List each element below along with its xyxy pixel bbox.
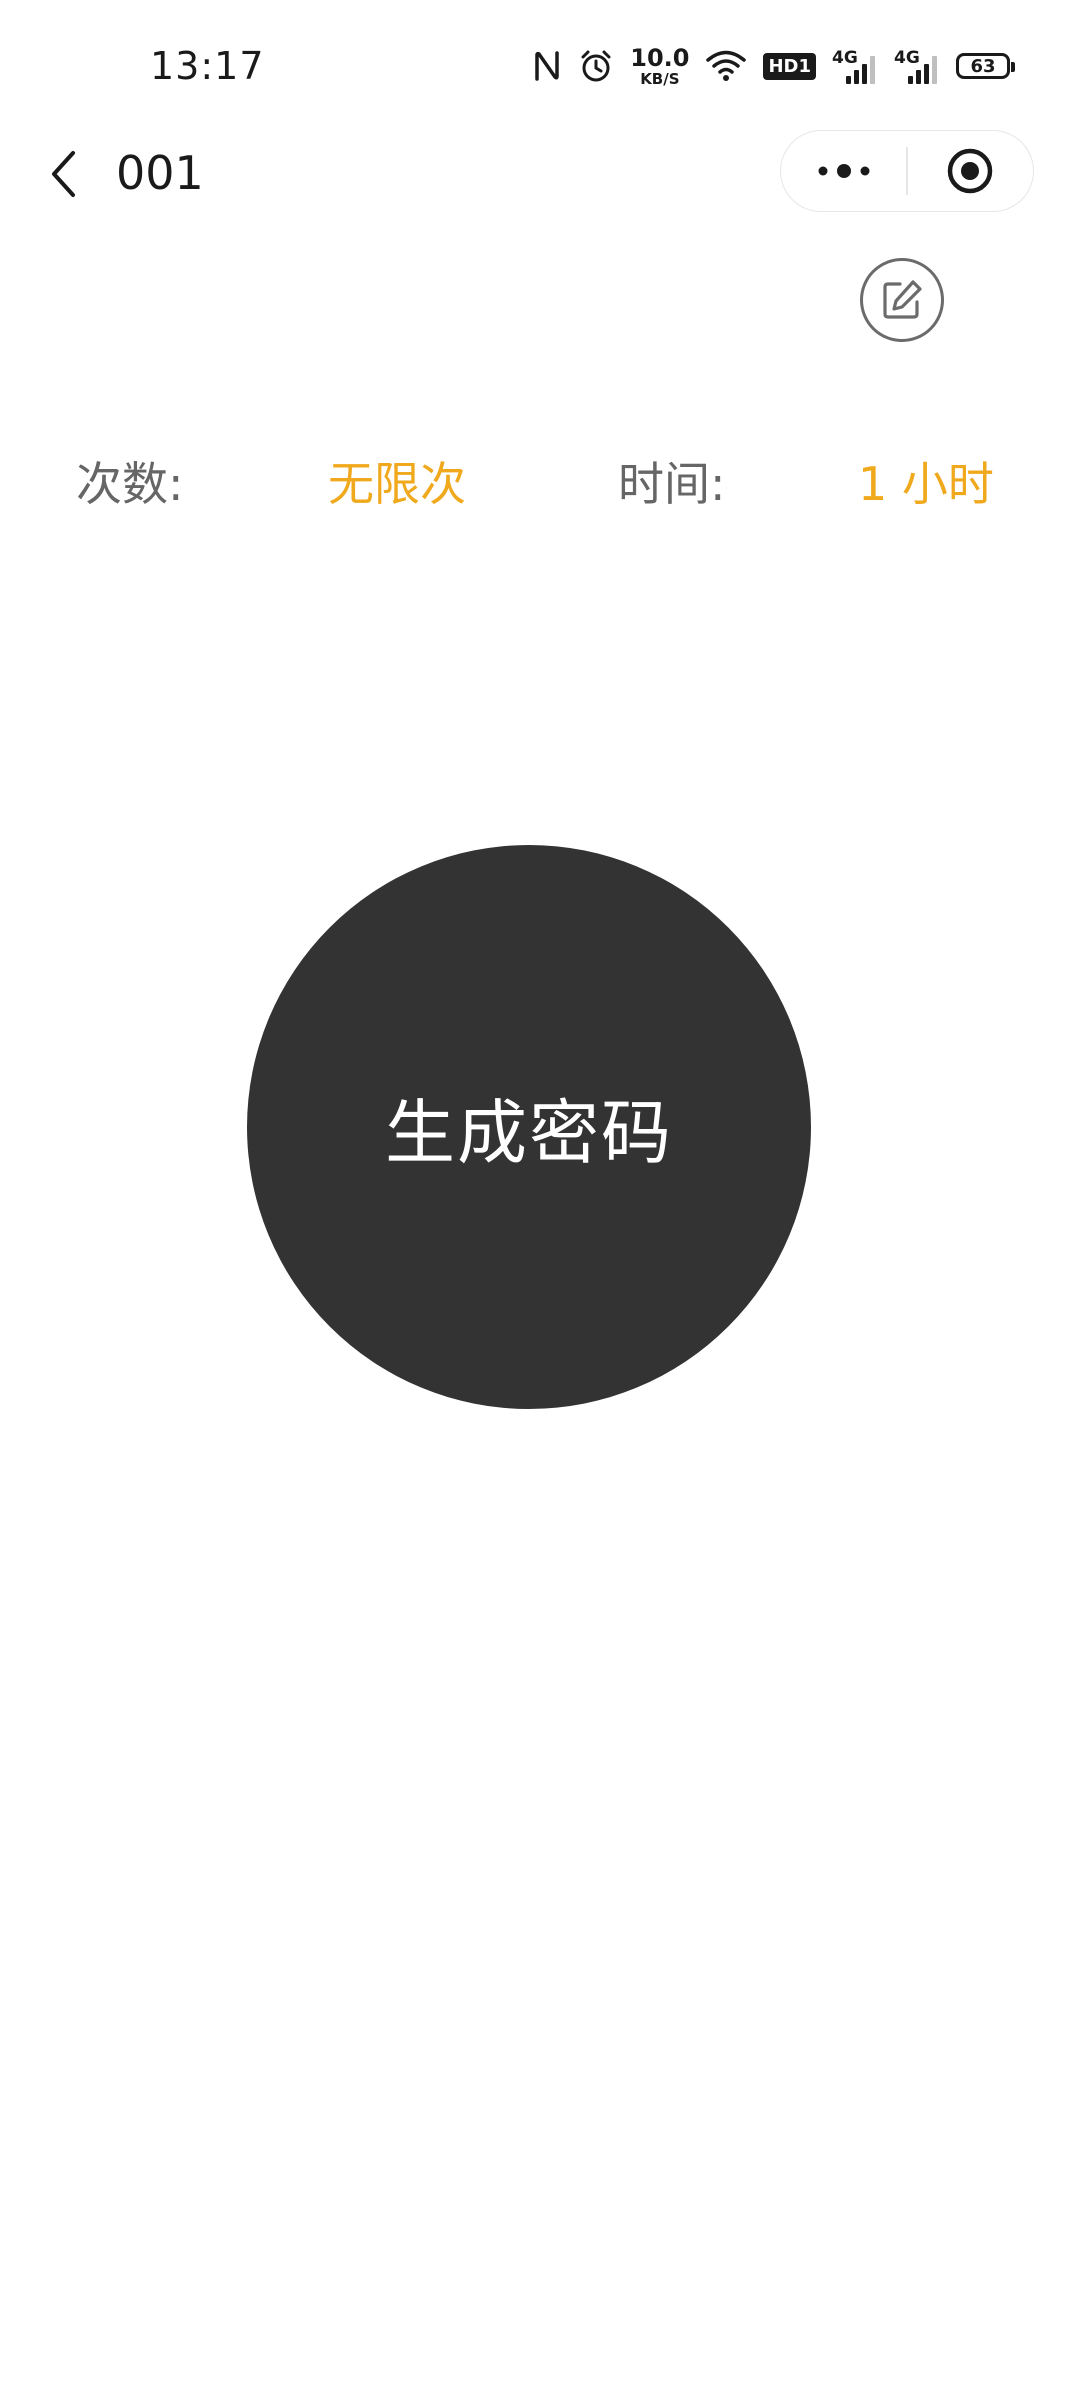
page-title: 001 [116, 146, 204, 200]
battery-icon: 63 [956, 53, 1015, 79]
close-button[interactable] [908, 130, 1033, 212]
count-value[interactable]: 无限次 [328, 448, 466, 514]
back-button[interactable] [38, 144, 88, 204]
hd-badge: HD1 [763, 52, 816, 80]
alarm-clock-icon [578, 48, 614, 84]
info-row: 次数: 无限次 时间: 1 小时 [0, 448, 1080, 511]
net-speed: 10.0 KB/S [630, 43, 690, 88]
edit-button[interactable] [860, 258, 944, 342]
more-dots-icon [818, 164, 870, 178]
time-value[interactable]: 1 小时 [858, 448, 994, 514]
nav-bar: 001 [0, 130, 1080, 218]
target-circle-icon [948, 148, 993, 194]
generate-password-button[interactable]: 生成密码 [247, 845, 811, 1409]
generate-password-label: 生成密码 [385, 1091, 673, 1174]
time-label: 时间: [618, 457, 726, 511]
status-bar: 13:17 10.0 KB/S HD1 4G 4G 63 [0, 0, 1080, 130]
signal-1-icon: 4G [832, 48, 878, 84]
more-button[interactable] [781, 130, 906, 212]
mini-program-capsule [780, 130, 1034, 212]
signal-2-icon: 4G [894, 48, 940, 84]
count-label: 次数: [76, 457, 184, 511]
wifi-icon [705, 49, 747, 83]
nfc-icon [532, 49, 562, 83]
status-icons: 10.0 KB/S HD1 4G 4G 63 [532, 43, 1015, 88]
status-time: 13:17 [150, 44, 265, 88]
chevron-left-icon [52, 151, 75, 197]
edit-pencil-icon [883, 280, 922, 319]
